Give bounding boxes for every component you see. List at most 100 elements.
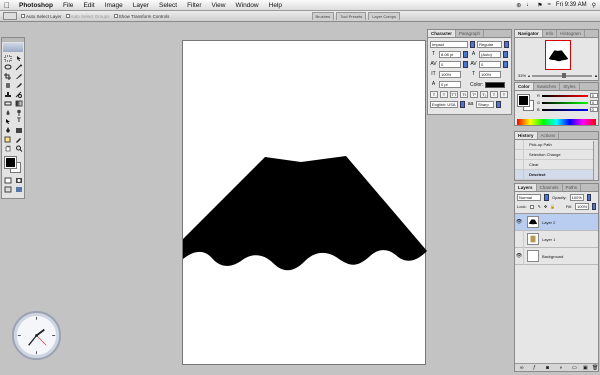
- new-group-icon[interactable]: ▭: [572, 365, 577, 371]
- strikethrough-button[interactable]: T: [500, 91, 508, 98]
- layer-mask-icon[interactable]: ◙: [546, 365, 549, 371]
- path-selection-tool-icon[interactable]: [3, 117, 13, 125]
- kerning-field[interactable]: 0: [439, 61, 461, 68]
- brush-tool-icon[interactable]: [14, 81, 24, 89]
- toolbox-titlebar[interactable]: [2, 38, 24, 42]
- delete-layer-icon[interactable]: 🗑: [592, 365, 598, 371]
- auto-select-groups-checkbox[interactable]: [65, 14, 70, 19]
- zoom-out-icon[interactable]: ▴: [528, 73, 530, 78]
- apple-menu-icon[interactable]: : [0, 0, 14, 11]
- font-style-dropdown[interactable]: [504, 41, 509, 48]
- tracking-dropdown[interactable]: [503, 61, 508, 68]
- tab-color[interactable]: Color: [515, 83, 534, 90]
- slice-tool-icon[interactable]: [14, 72, 24, 80]
- vertical-scale-field[interactable]: 100%: [439, 71, 461, 78]
- magic-wand-tool-icon[interactable]: [14, 63, 24, 71]
- menu-file[interactable]: File: [58, 0, 78, 11]
- wifi-icon[interactable]: ≈: [548, 2, 551, 8]
- well-tab-tool-presets[interactable]: Tool Presets: [336, 12, 367, 20]
- menu-image[interactable]: Image: [100, 0, 128, 11]
- photoshop-logo[interactable]: [3, 43, 23, 52]
- screen-mode-icon[interactable]: [3, 185, 13, 193]
- marquee-tool-icon[interactable]: [3, 54, 13, 62]
- font-style-field[interactable]: Regular: [477, 41, 503, 48]
- volume-icon[interactable]: ♩: [526, 2, 532, 8]
- underline-button[interactable]: T: [490, 91, 498, 98]
- fill-dropdown[interactable]: [592, 203, 596, 210]
- eyedropper-tool-icon[interactable]: [14, 135, 24, 143]
- history-item[interactable]: Pick-up Path: [515, 139, 598, 150]
- menu-photoshop[interactable]: Photoshop: [14, 0, 58, 11]
- tab-channels[interactable]: Channels: [537, 184, 563, 191]
- font-family-dropdown[interactable]: [470, 41, 476, 48]
- spotlight-icon[interactable]: ⚲: [592, 2, 596, 9]
- auto-select-layer-option[interactable]: Auto Select Layer: [21, 14, 62, 19]
- clock-widget[interactable]: [11, 310, 62, 361]
- blur-tool-icon[interactable]: [3, 108, 13, 116]
- green-value[interactable]: 0: [590, 100, 598, 105]
- red-value[interactable]: 0: [589, 93, 598, 98]
- tab-history[interactable]: History: [515, 132, 538, 139]
- blend-mode-field[interactable]: Normal: [517, 194, 541, 201]
- opacity-field[interactable]: 100%: [569, 194, 584, 201]
- lock-transparency-checkbox[interactable]: [529, 204, 534, 209]
- well-tab-layer-comps[interactable]: Layer Comps: [368, 12, 400, 20]
- leading-field[interactable]: (Auto): [479, 51, 501, 58]
- menu-layer[interactable]: Layer: [128, 0, 154, 11]
- standard-mode-icon[interactable]: [3, 176, 13, 184]
- menu-window[interactable]: Window: [231, 0, 264, 11]
- subscript-button[interactable]: T₁: [480, 91, 488, 98]
- crop-tool-icon[interactable]: [3, 72, 13, 80]
- move-tool-icon[interactable]: [14, 54, 24, 62]
- visibility-eye-icon[interactable]: 👁: [515, 247, 524, 265]
- quick-mask-mode-icon[interactable]: [14, 176, 24, 184]
- fill-field[interactable]: 100%: [575, 203, 589, 210]
- blend-mode-dropdown[interactable]: [544, 194, 549, 201]
- tab-paragraph[interactable]: Paragraph: [456, 30, 485, 37]
- zoom-slider-knob[interactable]: [562, 72, 567, 78]
- menu-edit[interactable]: Edit: [78, 0, 99, 11]
- red-slider[interactable]: [541, 94, 588, 97]
- jump-to-imageready-icon[interactable]: [14, 185, 24, 193]
- tab-layers[interactable]: Layers: [515, 184, 537, 191]
- tracking-field[interactable]: 0: [479, 61, 501, 68]
- menu-clock[interactable]: Fri 9:39 AM: [556, 2, 587, 8]
- type-tool-icon[interactable]: T: [14, 117, 24, 125]
- all-caps-button[interactable]: TT: [450, 91, 458, 98]
- small-caps-button[interactable]: Tt: [460, 91, 468, 98]
- lock-all-icon[interactable]: 🔒: [550, 204, 555, 209]
- language-dropdown[interactable]: [460, 101, 465, 108]
- layer-row[interactable]: 👁 Background: [515, 247, 598, 265]
- history-item[interactable]: Selection Change: [515, 149, 598, 160]
- horizontal-scale-field[interactable]: 100%: [479, 71, 501, 78]
- menu-filter[interactable]: Filter: [182, 0, 206, 11]
- adjustment-layer-icon[interactable]: ◑: [559, 365, 562, 371]
- history-brush-tool-icon[interactable]: [14, 90, 24, 98]
- history-item-selected[interactable]: Deselect: [515, 169, 598, 180]
- tab-swatches[interactable]: Swatches: [534, 83, 561, 90]
- layer-style-icon[interactable]: ƒ: [533, 365, 536, 371]
- menu-select[interactable]: Select: [154, 0, 182, 11]
- leading-dropdown[interactable]: [503, 51, 508, 58]
- antialias-field[interactable]: Sharp: [476, 101, 494, 108]
- tab-info[interactable]: Info: [543, 30, 558, 37]
- link-layers-icon[interactable]: ∞: [520, 365, 524, 371]
- document-canvas[interactable]: [182, 40, 427, 365]
- text-color-swatch[interactable]: [485, 81, 506, 88]
- tab-character[interactable]: Character: [428, 30, 457, 37]
- show-transform-option[interactable]: Show Transform Controls: [113, 14, 169, 19]
- color-panel-foreground[interactable]: [517, 94, 530, 107]
- visibility-eye-icon[interactable]: [515, 230, 524, 248]
- faux-italic-button[interactable]: T: [440, 91, 448, 98]
- faux-bold-button[interactable]: T: [430, 91, 438, 98]
- well-tab-brushes[interactable]: Brushes: [311, 12, 335, 20]
- antialias-dropdown[interactable]: [496, 101, 501, 108]
- font-size-dropdown[interactable]: [463, 51, 468, 58]
- foreground-color-swatch[interactable]: [4, 156, 17, 169]
- bluetooth-icon[interactable]: ⊛: [516, 2, 521, 9]
- pen-tool-icon[interactable]: [3, 126, 13, 134]
- blue-value[interactable]: 0: [589, 107, 598, 112]
- lock-brush-icon[interactable]: ✎: [538, 204, 541, 209]
- eraser-tool-icon[interactable]: [3, 99, 13, 107]
- auto-select-groups-option[interactable]: Auto Select Groups: [65, 14, 110, 19]
